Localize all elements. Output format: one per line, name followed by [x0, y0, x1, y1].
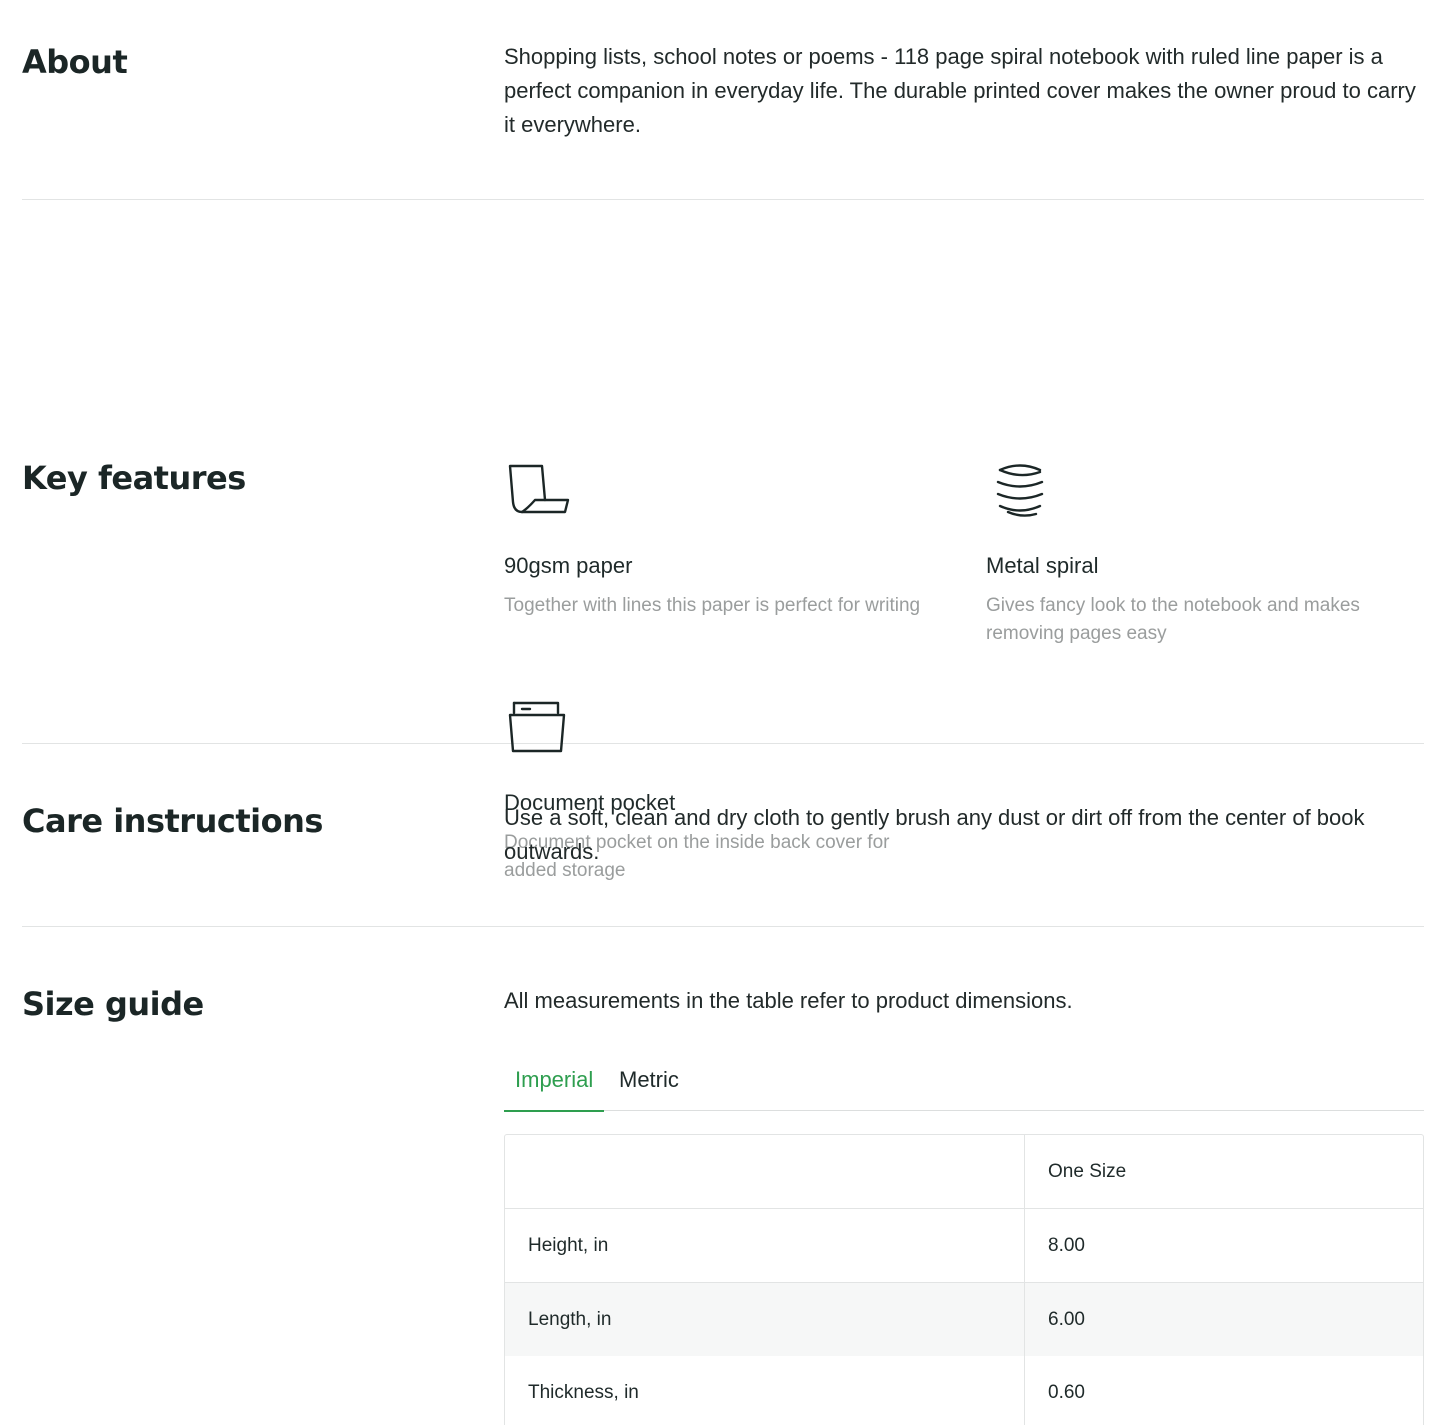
table-row: Thickness, in 0.60: [505, 1356, 1423, 1425]
table-cell-label: Length, in: [505, 1283, 1025, 1356]
unit-tabs: Imperial Metric: [504, 1062, 1424, 1112]
feature-description: Together with lines this paper is perfec…: [504, 595, 921, 616]
key-features-section: Key features 90gsm paper Together with l…: [22, 200, 1424, 881]
care-title: Care instructions: [22, 802, 323, 840]
care-text: Use a soft, clean and dry cloth to gentl…: [504, 805, 1365, 864]
table-cell-label: Thickness, in: [505, 1356, 1025, 1425]
table-row: Height, in 8.00: [505, 1209, 1423, 1283]
about-text: Shopping lists, school notes or poems - …: [504, 44, 1416, 137]
table-header-cell: [505, 1135, 1025, 1208]
about-section: About Shopping lists, school notes or po…: [22, 0, 1424, 200]
spiral-icon: [996, 464, 1044, 517]
feature-title: 90gsm paper: [504, 553, 633, 578]
tab-metric[interactable]: Metric: [619, 1066, 679, 1110]
key-features-title: Key features: [22, 459, 246, 497]
table-cell-value: 8.00: [1048, 1235, 1085, 1256]
feature-item: Metal spiral Gives fancy look to the not…: [986, 462, 1406, 648]
feature-description: Gives fancy look to the notebook and mak…: [986, 595, 1360, 644]
size-table: One Size Height, in 8.00 Length, in 6.00…: [504, 1134, 1424, 1425]
size-guide-section: Size guide All measurements in the table…: [22, 927, 1424, 1425]
feature-item: 90gsm paper Together with lines this pap…: [504, 462, 924, 620]
care-section: Care instructions Use a soft, clean and …: [22, 744, 1424, 927]
size-guide-intro: All measurements in the table refer to p…: [504, 988, 1073, 1013]
table-cell-value: 6.00: [1048, 1309, 1085, 1330]
table-header-cell: One Size: [1048, 1161, 1127, 1182]
table-cell-label: Height, in: [505, 1209, 1025, 1282]
product-details: About Shopping lists, school notes or po…: [22, 0, 1424, 1425]
table-row: Length, in 6.00: [505, 1283, 1423, 1356]
about-title: About: [22, 43, 128, 81]
table-cell-value: 0.60: [1048, 1382, 1085, 1403]
tab-imperial[interactable]: Imperial: [504, 1066, 605, 1112]
size-guide-title: Size guide: [22, 985, 204, 1023]
feature-title: Metal spiral: [986, 553, 1099, 578]
paper-icon: [508, 464, 570, 514]
table-header-row: One Size: [505, 1135, 1423, 1209]
